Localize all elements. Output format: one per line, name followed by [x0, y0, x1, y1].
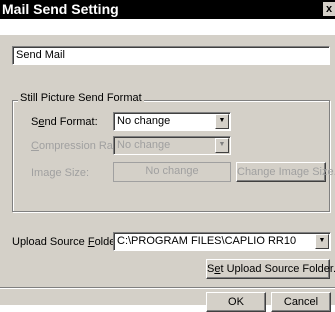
send-format-value: No change	[117, 115, 171, 127]
title-strip	[0, 19, 335, 35]
mail-send-setting-dialog: Mail Send Setting x Send Mail Still Pict…	[0, 0, 335, 312]
chevron-down-icon[interactable]: ▼	[315, 234, 329, 249]
send-format-dropdown[interactable]: No change ▼	[113, 112, 231, 131]
close-icon[interactable]: x	[323, 2, 335, 16]
upload-source-value: C:\PROGRAM FILES\CAPLIO RR10	[117, 235, 297, 247]
compression-rate-label: Compression Rate:	[31, 140, 126, 152]
change-image-size-button[interactable]: Change Image Size...	[236, 162, 335, 182]
compression-rate-dropdown[interactable]: No change ▼	[113, 136, 231, 155]
send-mail-value: Send Mail	[16, 49, 65, 61]
send-mail-field[interactable]: Send Mail	[12, 46, 330, 65]
chevron-down-icon[interactable]: ▼	[215, 138, 229, 153]
ok-button[interactable]: OK	[206, 292, 266, 312]
compression-rate-value: No change	[117, 139, 171, 151]
chevron-down-icon[interactable]: ▼	[215, 114, 229, 129]
upload-source-dropdown[interactable]: C:\PROGRAM FILES\CAPLIO RR10 ▼	[113, 232, 331, 251]
title-bar: Mail Send Setting x	[0, 0, 335, 19]
group-legend: Still Picture Send Format	[18, 92, 144, 104]
upload-source-label: Upload Source Folder:	[12, 236, 123, 248]
image-size-value: No change	[145, 165, 199, 177]
image-size-field: No change	[113, 162, 231, 182]
send-format-label: Send Format:	[31, 116, 98, 128]
window-title: Mail Send Setting	[2, 1, 119, 17]
set-upload-source-folder-button[interactable]: Set Upload Source Folder...	[206, 259, 335, 279]
cancel-button[interactable]: Cancel	[271, 292, 331, 312]
image-size-label: Image Size:	[31, 167, 90, 179]
separator	[0, 287, 335, 289]
